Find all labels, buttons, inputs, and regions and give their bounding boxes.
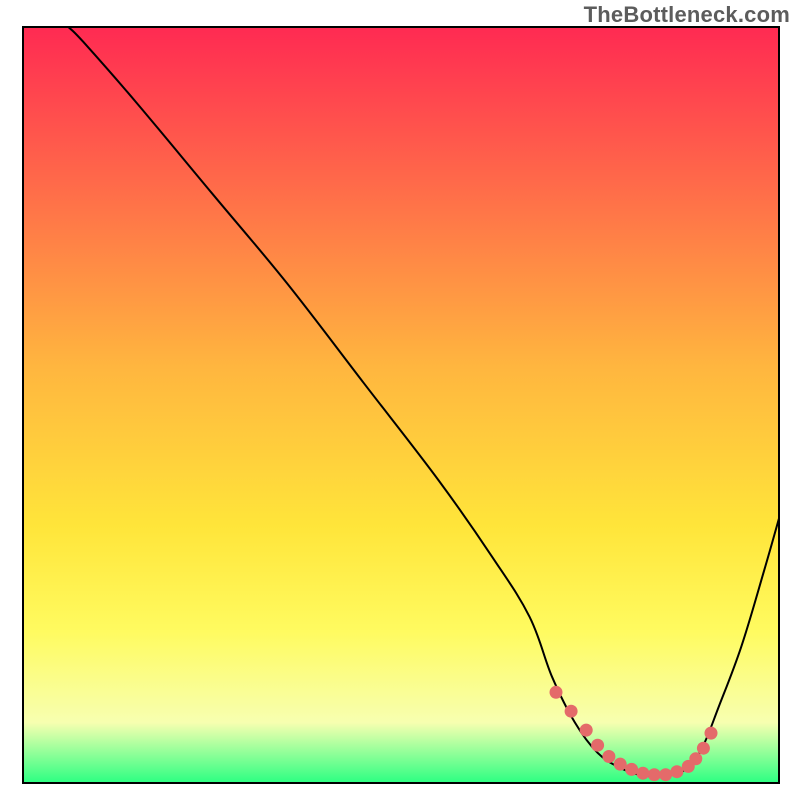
min-marker [625, 763, 638, 776]
min-marker [636, 767, 649, 780]
min-marker [670, 765, 683, 778]
watermark-text: TheBottleneck.com [584, 2, 790, 28]
min-marker [697, 742, 710, 755]
min-marker [614, 758, 627, 771]
min-marker [565, 705, 578, 718]
min-marker [580, 724, 593, 737]
min-marker [689, 752, 702, 765]
chart-container: TheBottleneck.com [0, 0, 800, 800]
min-marker [659, 768, 672, 781]
min-marker [705, 727, 718, 740]
chart-svg [0, 0, 800, 800]
min-marker [550, 686, 563, 699]
gradient-background [23, 27, 779, 783]
min-marker [591, 739, 604, 752]
min-marker [602, 750, 615, 763]
min-marker [648, 768, 661, 781]
